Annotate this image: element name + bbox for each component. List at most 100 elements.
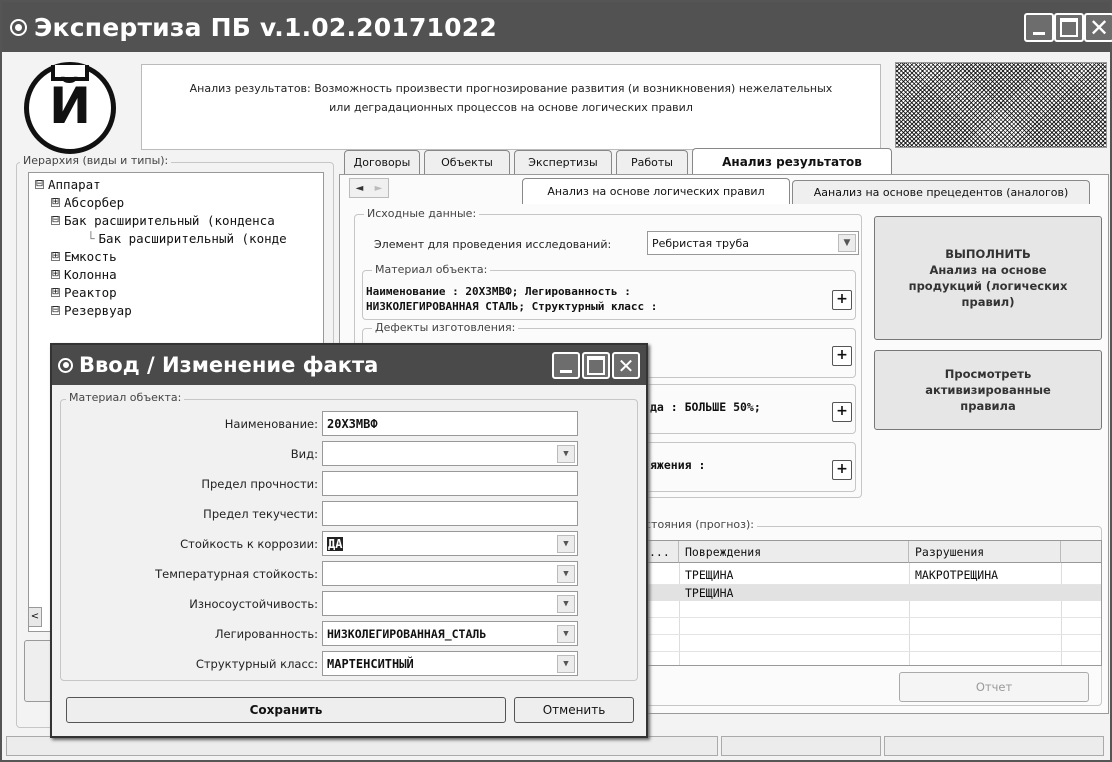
type-label: Вид:: [290, 447, 318, 461]
subtab-scroll-arrows[interactable]: ◄ ►: [349, 178, 389, 198]
structural-class-select[interactable]: МАРТЕНСИТНЫЙ ▼: [322, 651, 578, 676]
collapse-icon[interactable]: ⊟: [35, 180, 44, 189]
tree-item-column[interactable]: ⊞ Колонна: [51, 267, 117, 282]
temperature-select[interactable]: ▼: [322, 561, 578, 586]
tree-item-apparatus[interactable]: ⊟ Аппарат: [35, 177, 101, 192]
material-add-button[interactable]: +: [832, 290, 852, 310]
chevron-down-icon[interactable]: ▼: [838, 234, 856, 252]
grid-line: [643, 617, 1101, 618]
minimize-button[interactable]: [1024, 13, 1054, 42]
table-cell[interactable]: [909, 585, 915, 601]
source-data-label: Исходные данные:: [364, 207, 480, 220]
wear-select[interactable]: ▼: [322, 591, 578, 616]
status-bar: [6, 736, 1108, 758]
chevron-down-icon[interactable]: ▼: [557, 655, 575, 673]
status-pane-1: [6, 736, 718, 756]
app-icon: [10, 18, 27, 36]
tree-item-reservoir[interactable]: ⊟ Резервуар: [51, 303, 132, 318]
arrow-right-icon[interactable]: ►: [375, 183, 383, 194]
corrosion-select[interactable]: ДА ▼: [322, 531, 578, 556]
column-header-0[interactable]: ...: [643, 541, 679, 563]
strength-label: Предел прочности:: [201, 477, 318, 491]
tree-item-reactor[interactable]: ⊞ Реактор: [51, 285, 117, 300]
subtab-precedents[interactable]: Аанализ на основе прецедентов (аналогов): [792, 180, 1090, 204]
collapse-icon[interactable]: ⊟: [51, 306, 60, 315]
dialog-app-icon: [58, 357, 73, 373]
column-header-damage[interactable]: Повреждения: [679, 541, 909, 563]
fact-group-4-text: яжения :: [650, 458, 706, 472]
tab-contracts[interactable]: Договоры: [344, 150, 420, 174]
tree-item-container[interactable]: ⊞ Емкость: [51, 249, 117, 264]
grid-line: [643, 651, 1101, 652]
save-button[interactable]: Сохранить: [66, 697, 506, 723]
tree-item-absorber[interactable]: ⊞ Абсорбер: [51, 195, 124, 210]
dialog-title: Ввод / Изменение факта: [79, 353, 379, 377]
edit-fact-dialog: Ввод / Изменение факта ✕ Материал объект…: [50, 343, 648, 738]
tree-scroll-left-button[interactable]: <: [28, 607, 42, 627]
arrow-left-icon[interactable]: ◄: [356, 183, 364, 194]
grid-line: [643, 634, 1101, 635]
report-button[interactable]: Отчет: [899, 672, 1089, 702]
dialog-maximize-button[interactable]: [582, 352, 610, 379]
alloying-select[interactable]: НИЗКОЛЕГИРОВАННАЯ_СТАЛЬ ▼: [322, 621, 578, 646]
header-pattern-image: [895, 62, 1107, 148]
yield-input[interactable]: [322, 501, 578, 526]
hierarchy-label: Иерархия (виды и типы):: [20, 154, 172, 167]
tab-objects[interactable]: Объекты: [424, 150, 510, 174]
tab-results-analysis[interactable]: Анализ результатов: [692, 148, 892, 174]
table-cell[interactable]: ТРЕЩИНА: [679, 567, 733, 583]
expand-icon[interactable]: ⊞: [51, 288, 60, 297]
chevron-down-icon[interactable]: ▼: [557, 445, 575, 463]
close-icon: ✕: [617, 353, 635, 378]
forecast-table[interactable]: ... Повреждения Разрушения ТРЕЩИНА МАКРО…: [642, 540, 1102, 666]
column-header-destruction[interactable]: Разрушения: [909, 541, 1061, 563]
close-button[interactable]: ✕: [1084, 13, 1112, 42]
defects-add-button[interactable]: +: [832, 346, 852, 366]
material-label: Материал объекта:: [372, 263, 491, 276]
tree-item-expansion-tank[interactable]: ⊟ Бак расширительный (конденса: [51, 213, 275, 228]
dialog-close-button[interactable]: ✕: [612, 352, 640, 379]
subtab-logic-rules[interactable]: Анализ на основе логических правил: [522, 178, 790, 204]
chevron-down-icon[interactable]: ▼: [557, 535, 575, 553]
app-logo: Й: [24, 62, 116, 154]
element-select-value: Ребристая труба: [652, 236, 750, 250]
description-box: Анализ результатов: Возможность произвес…: [141, 64, 881, 150]
run-analysis-button[interactable]: ВЫПОЛНИТЬ Анализ на основе продукций (ло…: [874, 216, 1102, 340]
tab-works[interactable]: Работы: [616, 150, 688, 174]
chevron-down-icon[interactable]: ▼: [557, 565, 575, 583]
status-pane-2: [721, 736, 881, 756]
name-input[interactable]: 20Х3МВФ: [322, 411, 578, 436]
strength-input[interactable]: [322, 471, 578, 496]
corrosion-label: Стойкость к коррозии:: [180, 537, 318, 551]
dialog-material-label: Материал объекта:: [66, 391, 185, 404]
tree-item-expansion-tank-child[interactable]: └ Бак расширительный (конде: [87, 231, 287, 246]
chevron-down-icon[interactable]: ▼: [557, 595, 575, 613]
tab-expertises[interactable]: Экспертизы: [514, 150, 612, 174]
dialog-minimize-button[interactable]: [552, 352, 580, 379]
wear-label: Износоустойчивость:: [189, 597, 318, 611]
view-rules-button[interactable]: Просмотреть активизированные правила: [874, 350, 1102, 430]
description-line-1: Анализ результатов: Возможность произвес…: [189, 82, 833, 95]
expand-icon[interactable]: ⊞: [51, 198, 60, 207]
element-select[interactable]: Ребристая труба ▼: [647, 231, 859, 255]
expand-icon[interactable]: ⊞: [51, 252, 60, 261]
structural-class-label: Структурный класс:: [195, 657, 318, 671]
table-cell[interactable]: МАКРОТРЕЩИНА: [909, 567, 998, 583]
maximize-button[interactable]: [1054, 13, 1084, 42]
logo-letter: Й: [49, 77, 91, 135]
table-cell[interactable]: ТРЕЩИНА: [679, 585, 733, 601]
defects-label: Дефекты изготовления:: [372, 321, 519, 334]
type-select[interactable]: ▼: [322, 441, 578, 466]
dialog-title-bar: Ввод / Изменение факта ✕: [52, 345, 646, 385]
close-icon: ✕: [1088, 13, 1110, 42]
cancel-button[interactable]: Отменить: [514, 697, 634, 723]
expand-icon[interactable]: ⊞: [51, 270, 60, 279]
chevron-down-icon[interactable]: ▼: [557, 625, 575, 643]
fact-group-4-add-button[interactable]: +: [832, 460, 852, 480]
tree-connector: └: [87, 231, 95, 246]
fact-group-3-add-button[interactable]: +: [832, 402, 852, 422]
material-summary: Наименование : 20Х3МВФ; Легированность :…: [366, 285, 658, 313]
alloying-label: Легированность:: [214, 627, 318, 641]
collapse-icon[interactable]: ⊟: [51, 216, 60, 225]
window-title: Экспертиза ПБ v.1.02.20171022: [34, 12, 497, 42]
